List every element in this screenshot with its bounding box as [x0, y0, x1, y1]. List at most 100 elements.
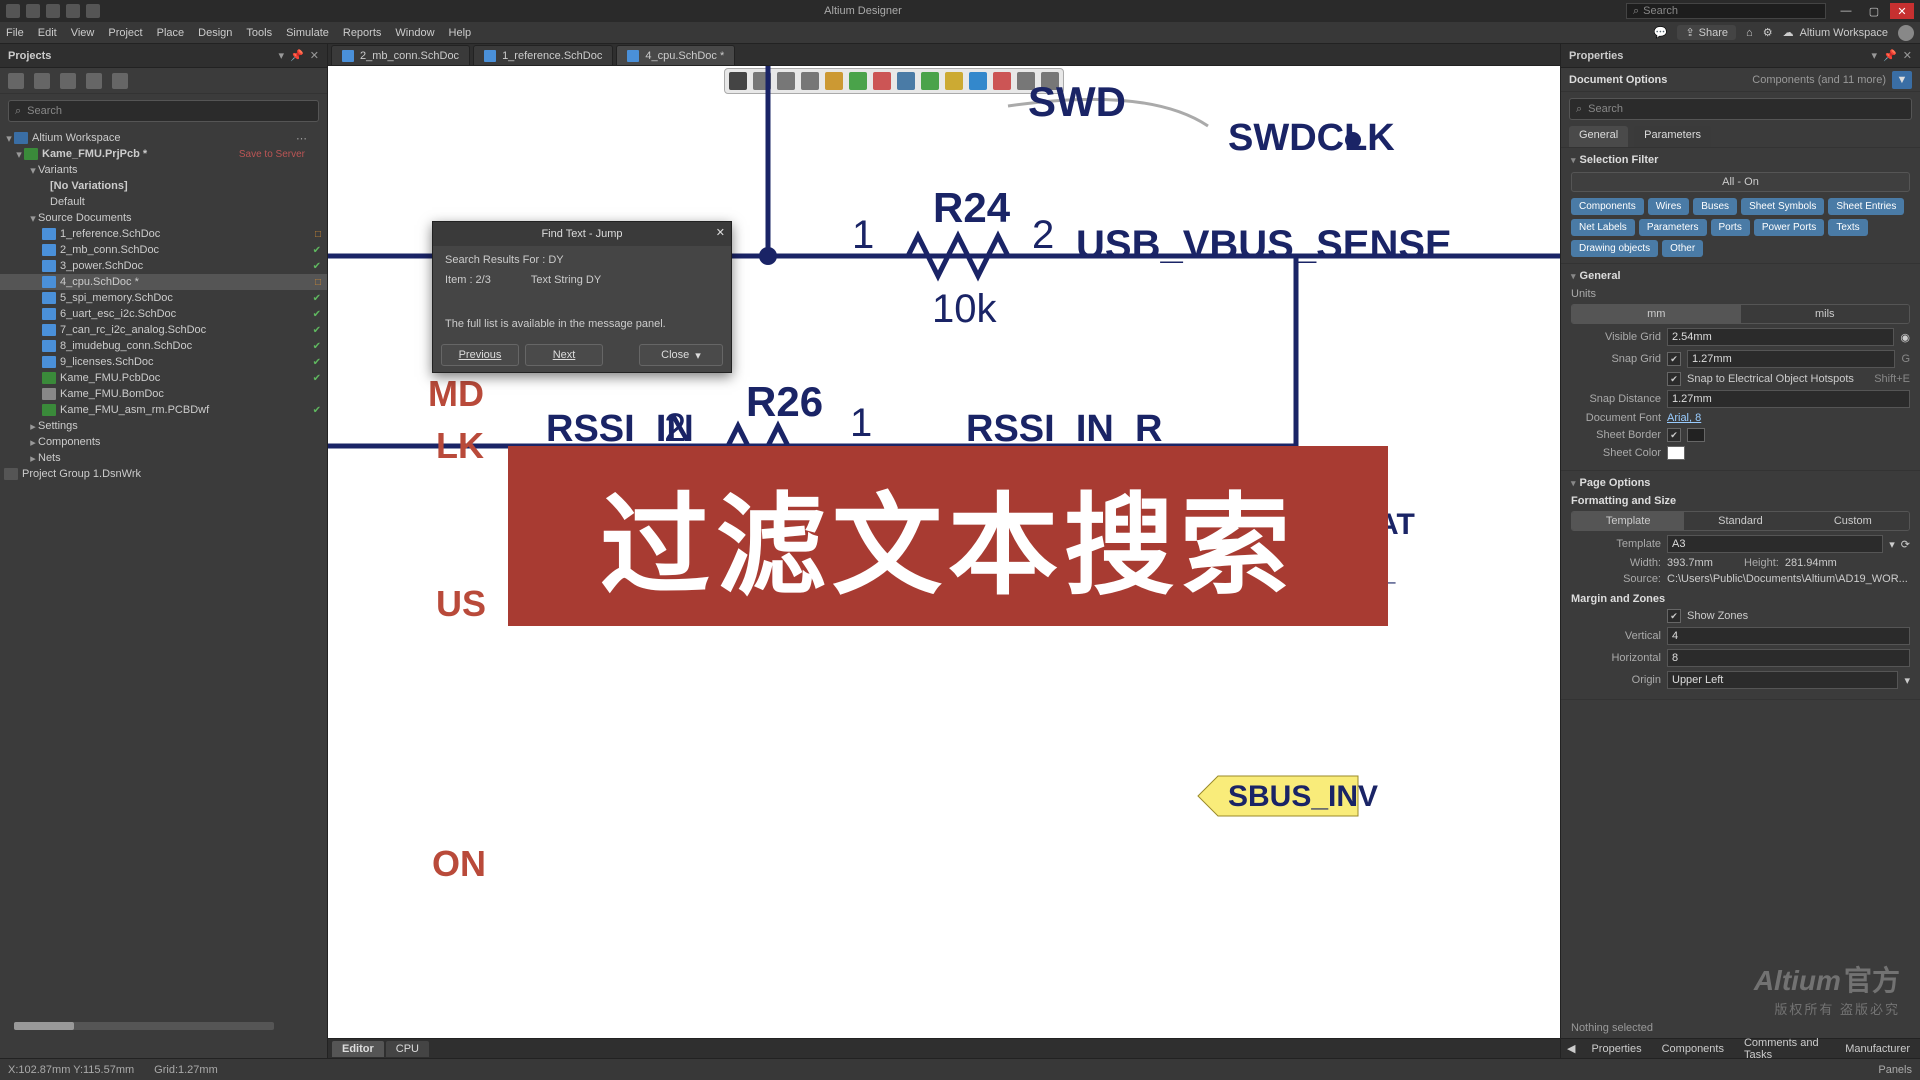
close-button[interactable]: Close▾ — [639, 344, 723, 366]
tree-bomdoc[interactable]: Kame_FMU.BomDoc — [0, 386, 327, 402]
bt-properties[interactable]: Properties — [1581, 1041, 1651, 1057]
tree-doc[interactable]: 7_can_rc_i2c_analog.SchDoc✔ — [0, 322, 327, 338]
document-tab[interactable]: 4_cpu.SchDoc * — [616, 45, 735, 65]
filter-chip[interactable]: Buses — [1693, 198, 1737, 215]
document-tab[interactable]: 1_reference.SchDoc — [473, 45, 613, 65]
show-zones-checkbox[interactable]: ✔ — [1667, 609, 1681, 623]
snap-elec-checkbox[interactable]: ✔ — [1667, 372, 1681, 386]
tree-scrollbar[interactable] — [14, 1022, 274, 1030]
pin-icon[interactable]: 📌 — [1883, 49, 1897, 62]
settings-icon[interactable] — [112, 73, 128, 89]
show-diff-icon[interactable] — [34, 73, 50, 89]
eye-icon[interactable]: ◉ — [1900, 331, 1910, 344]
panels-button[interactable]: Panels — [1878, 1064, 1912, 1076]
all-on-button[interactable]: All - On — [1571, 172, 1910, 192]
save-icon[interactable] — [26, 4, 40, 18]
tree-default-variant[interactable]: Default — [0, 194, 327, 210]
menu-window[interactable]: Window — [395, 27, 434, 39]
close-window-button[interactable]: ✕ — [1890, 3, 1914, 19]
workspace-label[interactable]: Altium Workspace — [1800, 27, 1888, 39]
tree-pcbdwf[interactable]: Kame_FMU_asm_rm.PCBDwf✔ — [0, 402, 327, 418]
pin-icon[interactable]: 📌 — [290, 49, 304, 62]
save-project-icon[interactable] — [8, 73, 24, 89]
editor-tab-cpu[interactable]: CPU — [386, 1041, 429, 1057]
menu-help[interactable]: Help — [449, 27, 472, 39]
tree-source-docs[interactable]: ▾Source Documents — [0, 210, 327, 226]
origin-select[interactable]: Upper Left — [1667, 671, 1898, 689]
maximize-button[interactable]: ▢ — [1862, 3, 1886, 19]
filter-chip[interactable]: Ports — [1711, 219, 1750, 236]
refresh-icon[interactable] — [86, 73, 102, 89]
tree-no-variation[interactable]: [No Variations] — [0, 178, 327, 194]
snap-grid-checkbox[interactable]: ✔ — [1667, 352, 1681, 366]
fmt-standard[interactable]: Standard — [1684, 512, 1796, 530]
schematic-canvas[interactable]: SWD SWDCLK R24 10k 1 2 USB_VBUS_SENSE R2… — [328, 66, 1560, 1038]
format-segmented[interactable]: Template Standard Custom — [1571, 511, 1910, 531]
menu-design[interactable]: Design — [198, 27, 232, 39]
gear-icon[interactable]: ⚙ — [1763, 26, 1773, 39]
menu-file[interactable]: File — [6, 27, 24, 39]
fmt-template[interactable]: Template — [1572, 512, 1684, 530]
sheet-border-color[interactable] — [1687, 428, 1705, 442]
next-button[interactable]: Next — [525, 344, 603, 366]
panel-close-icon[interactable]: ✕ — [310, 49, 319, 62]
panel-close-icon[interactable]: ✕ — [1903, 49, 1912, 62]
filter-chip[interactable]: Other — [1662, 240, 1703, 257]
units-mils[interactable]: mils — [1741, 305, 1910, 323]
previous-button[interactable]: Previous — [441, 344, 519, 366]
menu-place[interactable]: Place — [157, 27, 185, 39]
dialog-close-icon[interactable]: ✕ — [716, 226, 725, 239]
notifications-icon[interactable]: 💬 — [1654, 26, 1668, 39]
menu-reports[interactable]: Reports — [343, 27, 382, 39]
bt-manufacturer[interactable]: Manufacturer — [1835, 1041, 1920, 1057]
tree-workspace[interactable]: ▾Altium Workspace⋯ — [0, 130, 327, 146]
filter-chip[interactable]: Texts — [1828, 219, 1867, 236]
section-page-options[interactable]: Page Options — [1571, 477, 1910, 489]
tree-project[interactable]: ▾Kame_FMU.PrjPcb *Save to Server — [0, 146, 327, 162]
filter-button[interactable]: ▼ — [1892, 71, 1912, 89]
filter-chip[interactable]: Net Labels — [1571, 219, 1635, 236]
units-segmented[interactable]: mm mils — [1571, 304, 1910, 324]
editor-tab-editor[interactable]: Editor — [332, 1041, 384, 1057]
vertical-field[interactable]: 4 — [1667, 627, 1910, 645]
minimize-button[interactable]: — — [1834, 3, 1858, 19]
bt-comments[interactable]: Comments and Tasks — [1734, 1035, 1835, 1059]
tree-settings[interactable]: ▸Settings — [0, 418, 327, 434]
horizontal-field[interactable]: 8 — [1667, 649, 1910, 667]
filter-chip[interactable]: Sheet Entries — [1828, 198, 1904, 215]
template-refresh-icon[interactable]: ⟳ — [1901, 538, 1910, 551]
menu-view[interactable]: View — [71, 27, 95, 39]
menu-edit[interactable]: Edit — [38, 27, 57, 39]
tree-project-group[interactable]: Project Group 1.DsnWrk — [0, 466, 327, 482]
sheet-color-swatch[interactable] — [1667, 446, 1685, 460]
redo-icon[interactable] — [86, 4, 100, 18]
menu-project[interactable]: Project — [108, 27, 142, 39]
tree-variants[interactable]: ▾Variants — [0, 162, 327, 178]
open-folder-icon[interactable] — [60, 73, 76, 89]
menu-tools[interactable]: Tools — [246, 27, 272, 39]
tree-doc[interactable]: 1_reference.SchDoc□ — [0, 226, 327, 242]
filter-chip[interactable]: Parameters — [1639, 219, 1707, 236]
document-tab[interactable]: 2_mb_conn.SchDoc — [331, 45, 470, 65]
fmt-custom[interactable]: Custom — [1797, 512, 1909, 530]
tree-doc[interactable]: 2_mb_conn.SchDoc✔ — [0, 242, 327, 258]
components-more[interactable]: Components (and 11 more) — [1752, 74, 1886, 86]
filter-chip[interactable]: Power Ports — [1754, 219, 1824, 236]
visible-grid-field[interactable]: 2.54mm — [1667, 328, 1894, 346]
project-search-input[interactable]: ⌕ Search — [8, 100, 319, 122]
scroll-left-icon[interactable]: ◀ — [1561, 1042, 1581, 1055]
chevron-down-icon[interactable]: ▾ — [1904, 674, 1910, 687]
snap-distance-field[interactable]: 1.27mm — [1667, 390, 1910, 408]
tree-doc[interactable]: 4_cpu.SchDoc *□ — [0, 274, 327, 290]
home-icon[interactable]: ⌂ — [1746, 27, 1753, 39]
global-search-input[interactable]: ⌕ Search — [1626, 3, 1826, 19]
tree-doc[interactable]: 5_spi_memory.SchDoc✔ — [0, 290, 327, 306]
avatar[interactable] — [1898, 25, 1914, 41]
template-select[interactable]: A3 — [1667, 535, 1883, 553]
tree-components[interactable]: ▸Components — [0, 434, 327, 450]
share-button[interactable]: ⇪Share — [1677, 25, 1736, 40]
tree-doc[interactable]: 9_licenses.SchDoc✔ — [0, 354, 327, 370]
snap-grid-field[interactable]: 1.27mm — [1687, 350, 1895, 368]
undo-icon[interactable] — [66, 4, 80, 18]
panel-menu-icon[interactable]: ▾ — [1872, 49, 1878, 62]
